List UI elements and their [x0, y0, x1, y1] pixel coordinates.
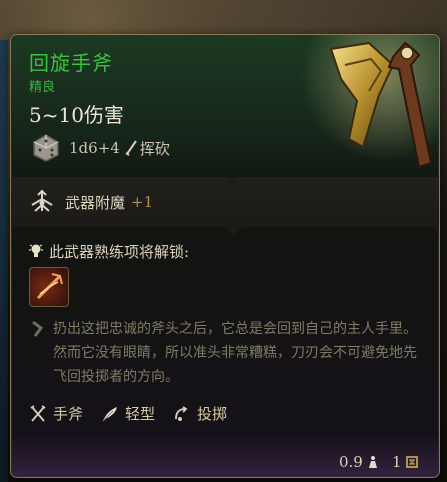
handaxe-artwork: [301, 35, 439, 175]
quote-icon: [32, 321, 43, 337]
price-value: 1: [392, 453, 402, 471]
enchantment-label: 武器附魔: [65, 193, 126, 212]
property-label: 轻型: [125, 405, 156, 423]
crossed-axes-icon: [30, 404, 46, 422]
section-notch-top: [225, 177, 241, 185]
item-tooltip: 回旋手斧 精良 5~10伤害 1d6+4 挥砍 武器附魔 +1 此武器熟练项将解…: [10, 34, 440, 478]
slashing-icon: [125, 140, 137, 156]
property-label: 投掷: [197, 405, 228, 423]
dice-icon: [33, 134, 59, 162]
weight-icon: [368, 456, 377, 468]
section-notch-bottom: [225, 227, 241, 235]
throw-icon: [175, 405, 188, 421]
background-panel-edge: [0, 40, 8, 482]
damage-dice: 1d6+4: [69, 139, 120, 157]
proficiency-label: 此武器熟练项将解锁:: [49, 243, 190, 261]
feather-icon: [102, 406, 118, 421]
item-weight: 0.9: [339, 453, 379, 471]
weapon-action-skill[interactable]: [29, 267, 69, 307]
property-thrown[interactable]: 投掷: [173, 403, 227, 424]
item-name: 回旋手斧: [29, 51, 113, 75]
gold-coin-icon: [405, 456, 418, 468]
property-light[interactable]: 轻型: [101, 403, 155, 424]
damage-type: 挥砍: [139, 139, 170, 158]
item-damage: 5~10伤害: [29, 103, 124, 127]
proficiency-row: 此武器熟练项将解锁:: [29, 241, 189, 262]
weight-value: 0.9: [339, 453, 363, 471]
property-label: 手斧: [53, 405, 84, 423]
weapon-properties: 手斧 轻型 投掷: [29, 403, 245, 424]
lightbulb-icon: [29, 243, 43, 257]
item-price: 1: [392, 453, 418, 471]
damage-dice-row: 1d6+4 挥砍: [31, 133, 170, 163]
item-rarity: 精良: [29, 80, 56, 95]
enchantment-bonus: +1: [131, 193, 154, 211]
property-handaxe[interactable]: 手斧: [29, 403, 83, 424]
weapon-enchantment-icon: [31, 189, 53, 212]
slash-skill-icon: [36, 273, 63, 300]
item-description: 扔出这把忠诚的斧头之后，它总是会回到自己的主人手里。然而它没有眼睛，所以准头非常…: [53, 321, 417, 385]
